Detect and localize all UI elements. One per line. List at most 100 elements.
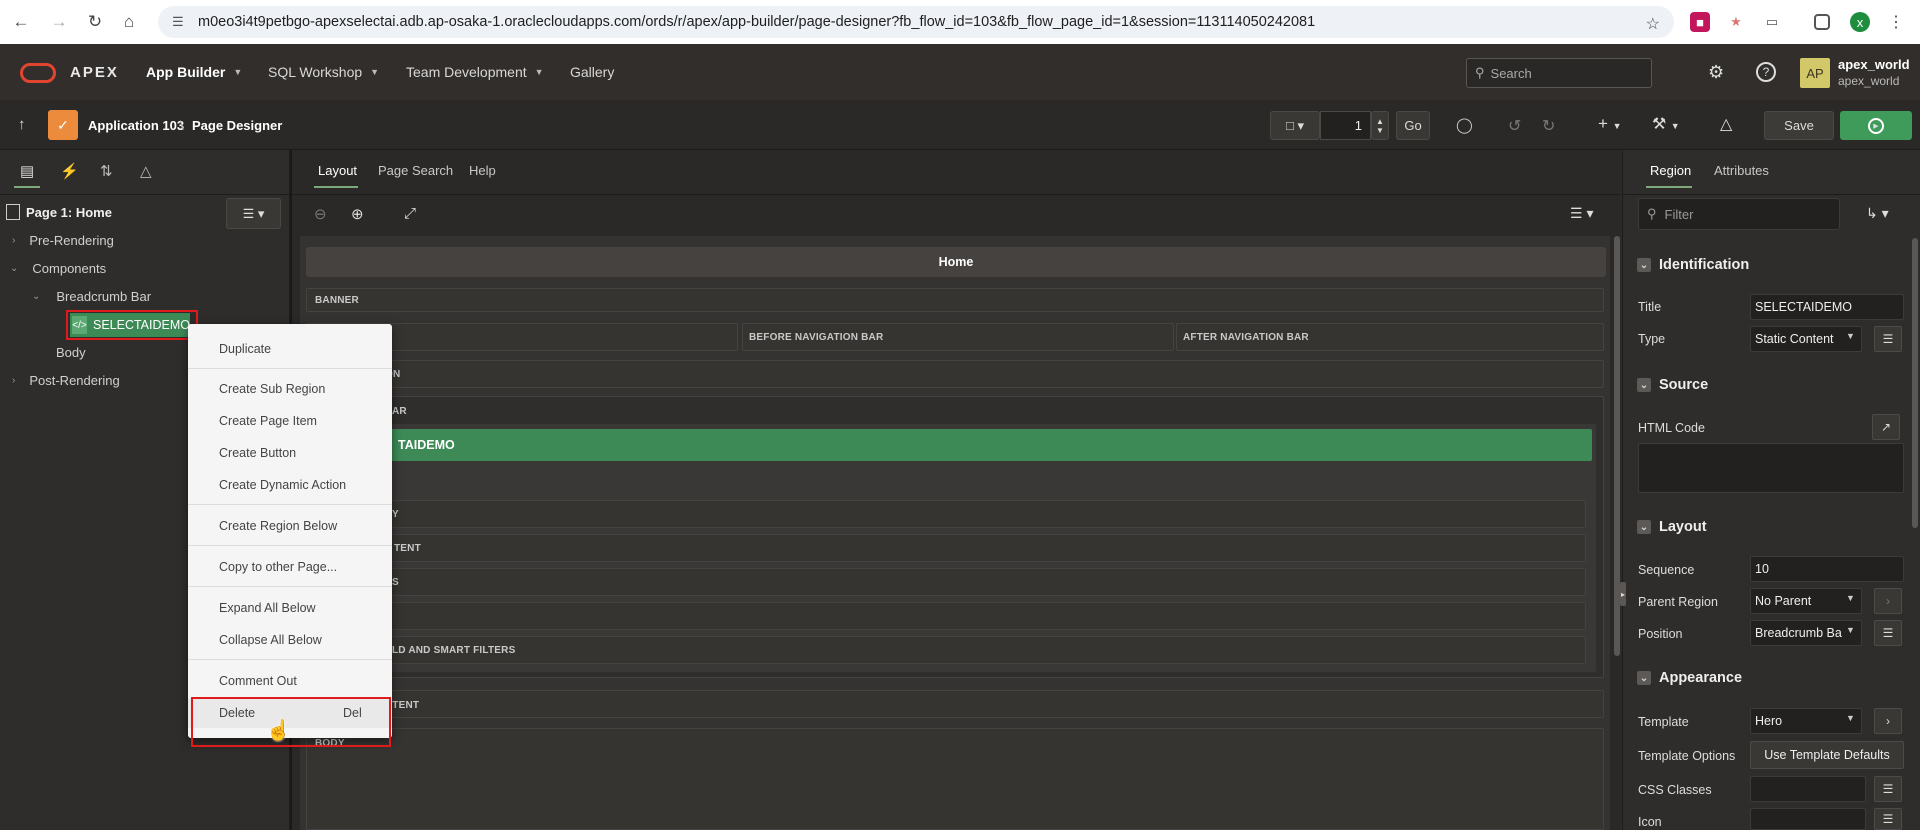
application-icon[interactable]: ✓ <box>48 110 78 140</box>
page-number-input[interactable]: 1 <box>1320 111 1371 140</box>
tab-layout[interactable]: Layout <box>318 163 357 178</box>
undo-icon[interactable]: ↺ <box>1508 116 1521 136</box>
template-options-button[interactable]: Use Template Defaults <box>1750 741 1904 769</box>
menu-item-collapse-all-below[interactable]: Collapse All Below <box>188 625 392 655</box>
tree-item-body[interactable]: Body <box>56 345 86 360</box>
browser-menu-icon[interactable]: ⋮ <box>1886 12 1906 32</box>
bookmark-star-icon[interactable]: ☆ <box>1646 14 1660 34</box>
menu-item-duplicate[interactable]: Duplicate <box>188 334 392 364</box>
tab-page-search[interactable]: Page Search <box>378 163 453 178</box>
menu-item-create-page-item[interactable]: Create Page Item <box>188 406 392 436</box>
collapse-handle-icon[interactable]: ▸ <box>1620 582 1626 606</box>
address-bar[interactable]: ☰ m0eo3i4t9petbgo-apexselectai.adb.ap-os… <box>158 6 1674 38</box>
open-editor-icon[interactable]: ↗ <box>1872 414 1900 440</box>
tab-attributes[interactable]: Attributes <box>1714 163 1769 178</box>
rendering-tab-icon[interactable]: ▤ <box>20 162 34 180</box>
menu-gallery[interactable]: Gallery <box>570 64 614 80</box>
shared-components-icon[interactable]: △ <box>1720 114 1732 134</box>
extension-icon[interactable]: ■ <box>1690 12 1710 32</box>
sub-region-slot[interactable] <box>326 500 1586 528</box>
help-icon[interactable]: ? <box>1756 62 1776 82</box>
administration-icon[interactable]: ⚙ <box>1708 62 1724 83</box>
menu-item-create-sub-region[interactable]: Create Sub Region <box>188 374 392 404</box>
lock-icon[interactable]: ◯ <box>1456 116 1473 134</box>
go-to-group-icon[interactable]: ↳ ▾ <box>1866 205 1889 222</box>
navigation-bar-slot[interactable] <box>306 360 1604 388</box>
scrollbar-thumb[interactable] <box>1912 238 1918 528</box>
menu-sql-workshop[interactable]: SQL Workshop ▼ <box>268 64 379 80</box>
expand-icon[interactable]: ⤢ <box>404 205 416 222</box>
profile-avatar[interactable]: x <box>1850 12 1870 32</box>
sidebar-toggle-icon[interactable] <box>1814 14 1830 30</box>
chevron-right-icon[interactable]: › <box>1874 588 1902 614</box>
oracle-logo-icon[interactable] <box>20 63 56 83</box>
arrow-up-icon[interactable]: ↑ <box>18 116 26 133</box>
menu-team-development[interactable]: Team Development ▼ <box>406 64 544 80</box>
sequence-field[interactable]: 10 <box>1750 556 1904 582</box>
user-name[interactable]: apex_world <box>1838 57 1910 72</box>
page-selector-button[interactable]: □ ▾ <box>1270 111 1320 140</box>
reload-icon[interactable]: ↻ <box>82 9 108 35</box>
banner-slot[interactable] <box>306 288 1604 312</box>
list-icon[interactable]: ☰ <box>1874 776 1902 802</box>
utilities-icon[interactable]: ⚒ ▼ <box>1652 114 1680 134</box>
zoom-in-icon[interactable]: ⊕ <box>351 205 364 223</box>
html-code-editor[interactable] <box>1638 443 1904 493</box>
section-source[interactable]: ⌄ Source <box>1637 377 1708 393</box>
filter-input[interactable]: ⚲ Filter <box>1638 198 1840 230</box>
home-icon[interactable]: ⌂ <box>116 9 142 35</box>
selectaidemo-region[interactable] <box>320 429 1592 461</box>
title-field[interactable]: SELECTAIDEMO <box>1750 294 1904 320</box>
menu-item-copy-to-other-page[interactable]: Copy to other Page... <box>188 552 392 582</box>
list-icon[interactable]: ☰ <box>1874 326 1902 352</box>
user-avatar[interactable]: AP <box>1800 58 1830 88</box>
extension-game-icon[interactable]: ★ <box>1726 12 1746 32</box>
shared-components-tab-icon[interactable]: △ <box>140 162 152 180</box>
breadcrumb-application[interactable]: Application 103 <box>88 118 184 133</box>
tree-page-node[interactable]: Page 1: Home <box>6 204 112 220</box>
chevron-right-icon[interactable]: › <box>1874 708 1902 734</box>
menu-app-builder[interactable]: App Builder ▼ <box>146 64 242 80</box>
menu-item-comment-out[interactable]: Comment Out <box>188 666 392 696</box>
menu-item-create-dynamic-action[interactable]: Create Dynamic Action <box>188 470 392 500</box>
icon-field[interactable] <box>1750 808 1866 830</box>
menu-item-create-button[interactable]: Create Button <box>188 438 392 468</box>
extensions-puzzle-icon[interactable]: ▭ <box>1762 12 1782 32</box>
go-button[interactable]: Go <box>1396 111 1430 140</box>
section-layout[interactable]: ⌄ Layout <box>1637 519 1707 535</box>
forward-icon[interactable]: → <box>46 9 72 35</box>
search-input[interactable]: ⚲ Search <box>1466 58 1652 88</box>
sub-region-slot[interactable] <box>326 568 1586 596</box>
sub-region-slot[interactable] <box>326 534 1586 562</box>
sub-region-slot[interactable] <box>326 602 1586 630</box>
zoom-out-icon[interactable]: ⊖ <box>314 205 327 223</box>
site-info-icon[interactable]: ☰ <box>172 14 188 30</box>
page-number-stepper[interactable]: ▲ ▼ <box>1371 111 1389 140</box>
menu-item-create-region-below[interactable]: Create Region Below <box>188 511 392 541</box>
layout-menu-icon[interactable]: ☰ ▾ <box>1570 205 1593 222</box>
list-icon[interactable]: ☰ <box>1874 620 1902 646</box>
save-button[interactable]: Save <box>1764 111 1834 140</box>
tree-item-post-rendering[interactable]: › Post-Rendering <box>12 373 120 388</box>
apex-brand[interactable]: APEX <box>70 64 119 81</box>
tab-help[interactable]: Help <box>469 163 496 178</box>
back-icon[interactable]: ← <box>8 9 34 35</box>
dynamic-actions-tab-icon[interactable]: ⚡ <box>60 162 79 180</box>
content-slot[interactable] <box>306 690 1604 718</box>
processing-tab-icon[interactable]: ⇅ <box>100 162 113 180</box>
tree-menu-button[interactable]: ☰ ▾ <box>226 198 281 229</box>
tree-item-breadcrumb-bar[interactable]: ⌄ Breadcrumb Bar <box>32 289 151 304</box>
run-page-button[interactable]: ▶ <box>1840 111 1912 140</box>
redo-icon[interactable]: ↻ <box>1542 116 1555 136</box>
list-icon[interactable]: ☰ <box>1874 808 1902 830</box>
body-slot[interactable] <box>306 728 1604 830</box>
section-identification[interactable]: ⌄ Identification <box>1637 257 1749 273</box>
tree-item-components[interactable]: ⌄ Components <box>10 261 106 276</box>
css-classes-field[interactable] <box>1750 776 1866 802</box>
create-menu-icon[interactable]: + ▼ <box>1598 114 1622 134</box>
section-appearance[interactable]: ⌄ Appearance <box>1637 670 1742 686</box>
menu-item-expand-all-below[interactable]: Expand All Below <box>188 593 392 623</box>
page-header[interactable]: Home <box>306 247 1606 277</box>
tab-region[interactable]: Region <box>1650 163 1691 178</box>
tree-item-pre-rendering[interactable]: › Pre-Rendering <box>12 233 114 248</box>
